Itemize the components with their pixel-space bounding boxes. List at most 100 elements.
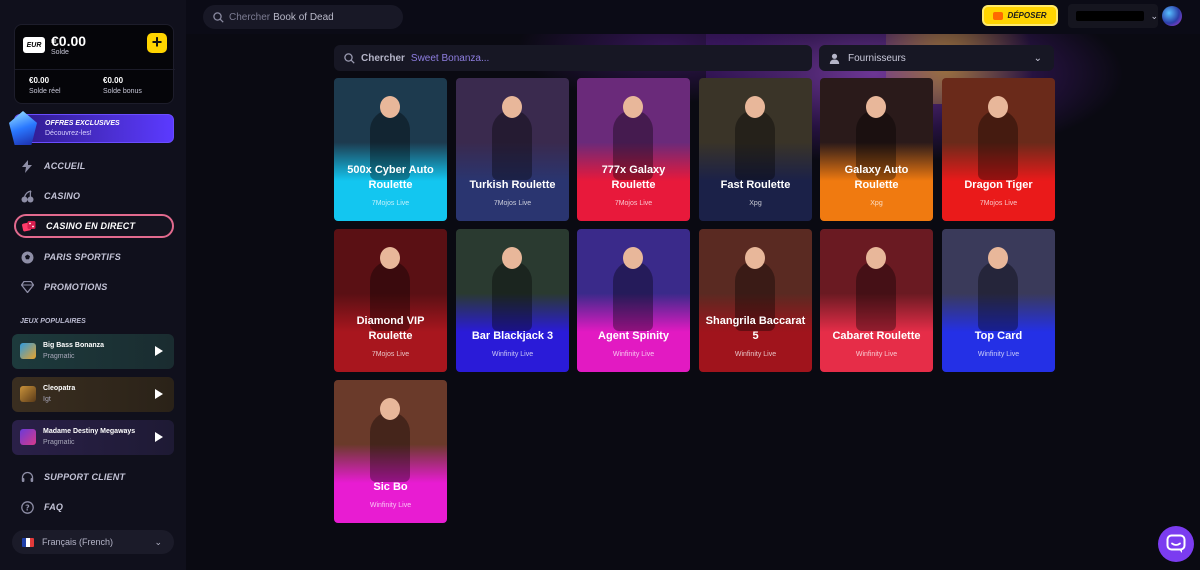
game-card[interactable]: Top Card Winfinity Live: [942, 229, 1055, 372]
cherry-icon: [20, 189, 34, 203]
dealer-head: [623, 96, 643, 118]
game-card[interactable]: Dragon Tiger 7Mojos Live: [942, 78, 1055, 221]
game-title: Turkish Roulette: [469, 179, 556, 191]
nav-item-sports-betting[interactable]: PARIS SPORTIFS: [14, 245, 174, 269]
game-card[interactable]: Fast Roulette Xpg: [699, 78, 812, 221]
game-provider: Pragmatic: [43, 439, 75, 446]
game-title: Bar Blackjack 3: [471, 330, 554, 342]
language-selector[interactable]: Français (French) ⌄: [12, 530, 174, 554]
nav-item-support[interactable]: SUPPORT CLIENT: [14, 465, 174, 489]
question-icon: ?: [20, 500, 34, 514]
game-provider: Winfinity Live: [977, 351, 1020, 358]
game-name: Madame Destiny Megaways: [43, 428, 136, 435]
balance-label: Solde: [51, 49, 69, 56]
game-title: Top Card: [974, 330, 1023, 342]
game-card[interactable]: Diamond VIP Roulette 7Mojos Live: [334, 229, 447, 372]
game-title: Cabaret Roulette: [832, 330, 921, 342]
avatar[interactable]: [1162, 6, 1182, 26]
game-card[interactable]: Galaxy Auto Roulette Xpg: [820, 78, 933, 221]
game-provider: Igt: [43, 396, 51, 403]
popular-game-big-bass-bonanza[interactable]: Big Bass Bonanza Pragmatic: [12, 334, 174, 369]
game-thumbnail: [20, 343, 36, 359]
search-icon: [344, 52, 355, 64]
providers-dropdown[interactable]: Fournisseurs ⌄: [819, 45, 1054, 71]
france-flag-icon: [22, 537, 34, 547]
exclusive-offers-banner[interactable]: OFFRES EXCLUSIVES Découvrez-les!: [9, 111, 174, 145]
game-provider: 7Mojos Live: [493, 200, 532, 207]
soccer-ball-icon: [20, 250, 34, 264]
promo-title: OFFRES EXCLUSIVES: [45, 120, 120, 127]
game-title: Fast Roulette: [720, 179, 791, 191]
currency-badge: EUR: [23, 37, 45, 53]
main-content: Chercher Sweet Bonanza... Fournisseurs ⌄…: [186, 34, 1200, 570]
dealer-figure: [492, 261, 532, 331]
game-search-input[interactable]: Chercher Sweet Bonanza...: [334, 45, 812, 71]
play-icon[interactable]: [155, 432, 163, 442]
game-name: Cleopatra: [43, 385, 76, 392]
popular-game-madame-destiny-megaways[interactable]: Madame Destiny Megaways Pragmatic: [12, 420, 174, 455]
dealer-figure: [370, 412, 410, 482]
dealer-figure: [856, 261, 896, 331]
game-title: Agent Spinity: [598, 330, 669, 342]
dealer-head: [502, 96, 522, 118]
chat-icon: [1166, 534, 1186, 553]
play-icon[interactable]: [155, 389, 163, 399]
nav-label: CASINO EN DIRECT: [46, 221, 136, 231]
nav-item-faq[interactable]: ? FAQ: [14, 495, 174, 519]
language-label: Français (French): [42, 537, 114, 547]
providers-label: Fournisseurs: [848, 52, 906, 64]
dice-icon: [22, 219, 36, 233]
popular-game-cleopatra[interactable]: Cleopatra Igt: [12, 377, 174, 412]
bolt-icon: [20, 159, 34, 173]
game-provider: Xpg: [870, 200, 883, 207]
nav-item-live-casino[interactable]: CASINO EN DIRECT: [14, 214, 174, 238]
dealer-figure: [978, 110, 1018, 180]
live-chat-button[interactable]: [1158, 526, 1194, 562]
game-card[interactable]: Turkish Roulette 7Mojos Live: [456, 78, 569, 221]
game-provider: 7Mojos Live: [371, 351, 410, 358]
balance-amount: €0.00: [51, 33, 87, 49]
promo-subtitle: Découvrez-les!: [45, 130, 92, 137]
dealer-head: [745, 247, 765, 269]
game-provider: Xpg: [749, 200, 762, 207]
dealer-head: [380, 398, 400, 420]
real-balance-label: Solde réel: [29, 88, 61, 95]
game-title: Diamond VIP Roulette: [356, 315, 425, 342]
game-card[interactable]: Agent Spinity Winfinity Live: [577, 229, 690, 372]
deposit-button[interactable]: DÉPOSER: [982, 5, 1058, 26]
bonus-balance: €0.00 Solde bonus: [103, 76, 142, 95]
dealer-head: [380, 247, 400, 269]
nav-item-casino[interactable]: CASINO: [14, 184, 174, 208]
game-card[interactable]: Shangrila Baccarat 5 Winfinity Live: [699, 229, 812, 372]
dealer-head: [988, 247, 1008, 269]
game-card[interactable]: 777x Galaxy Roulette 7Mojos Live: [577, 78, 690, 221]
game-provider: Winfinity Live: [734, 351, 777, 358]
dealer-figure: [735, 110, 775, 180]
diamond-icon: [20, 280, 34, 294]
nav-item-promotions[interactable]: PROMOTIONS: [14, 275, 174, 299]
search-placeholder-prefix: Chercher: [229, 11, 271, 23]
game-title: Sic Bo: [373, 481, 408, 493]
game-card[interactable]: 500x Cyber Auto Roulette 7Mojos Live: [334, 78, 447, 221]
account-menu[interactable]: ⌄: [1068, 4, 1158, 28]
wallet-icon: [993, 11, 1004, 20]
dealer-head: [623, 247, 643, 269]
dealer-head: [866, 247, 886, 269]
add-funds-button[interactable]: +: [147, 33, 167, 53]
game-card[interactable]: Sic Bo Winfinity Live: [334, 380, 447, 523]
game-provider: Winfinity Live: [855, 351, 898, 358]
game-provider: 7Mojos Live: [614, 200, 653, 207]
play-icon[interactable]: [155, 346, 163, 356]
popular-games-title: JEUX POPULAIRES: [20, 318, 86, 325]
chevron-down-icon: ⌄: [1150, 10, 1158, 21]
nav-label: CASINO: [44, 191, 81, 201]
game-thumbnail: [20, 429, 36, 445]
game-card[interactable]: Bar Blackjack 3 Winfinity Live: [456, 229, 569, 372]
game-provider: 7Mojos Live: [371, 200, 410, 207]
nav-item-home[interactable]: ACCUEIL: [14, 154, 174, 178]
game-card[interactable]: Cabaret Roulette Winfinity Live: [820, 229, 933, 372]
deposit-label: DÉPOSER: [1007, 11, 1047, 20]
user-icon: [829, 53, 840, 64]
game-search-hint: Sweet Bonanza...: [410, 52, 490, 64]
top-search-input[interactable]: Chercher Book of Dead: [203, 5, 403, 29]
